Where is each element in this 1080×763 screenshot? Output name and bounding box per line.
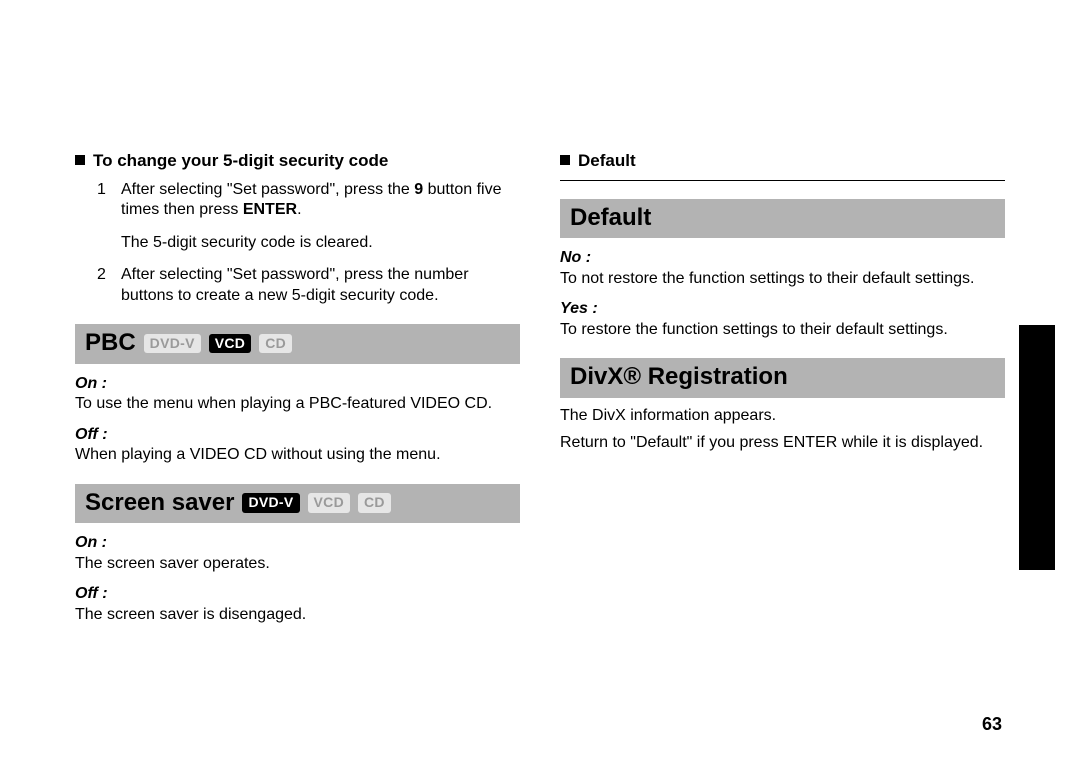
- badge-dvdv: DVD-V: [242, 493, 299, 513]
- divx-title: DivX® Registration: [570, 362, 788, 393]
- step-num: 2: [97, 265, 106, 285]
- saver-on-text: The screen saver operates.: [75, 554, 520, 574]
- default-no-label: No :: [560, 248, 1005, 268]
- pbc-on-label: On :: [75, 374, 520, 394]
- default-heading: Default: [560, 150, 1005, 172]
- saver-off-text: The screen saver is disengaged.: [75, 605, 520, 625]
- default-section-bar: Default: [560, 199, 1005, 239]
- step-text: After selecting "Set password", press th…: [121, 266, 469, 303]
- divx-section-bar: DivX® Registration: [560, 358, 1005, 398]
- pbc-section-bar: PBC DVD-V VCD CD: [75, 324, 520, 364]
- section-side-label: Function Settings: [1020, 418, 1034, 524]
- divx-text-2: Return to "Default" if you press ENTER w…: [560, 433, 1005, 453]
- pbc-title: PBC: [85, 328, 136, 359]
- step-after: The 5-digit security code is cleared.: [121, 233, 520, 253]
- default-title: Default: [570, 203, 651, 234]
- pbc-off-label: Off :: [75, 425, 520, 445]
- default-yes-text: To restore the function settings to thei…: [560, 320, 1005, 340]
- pbc-on-text: To use the menu when playing a PBC-featu…: [75, 394, 520, 414]
- saver-on-label: On :: [75, 533, 520, 553]
- default-no-text: To not restore the function settings to …: [560, 269, 1005, 289]
- pbc-off-text: When playing a VIDEO CD without using th…: [75, 445, 520, 465]
- step-text: After selecting "Set password", press th…: [121, 181, 501, 218]
- page-content: To change your 5-digit security code 1 A…: [0, 0, 1080, 671]
- left-column: To change your 5-digit security code 1 A…: [75, 150, 520, 631]
- badge-vcd: VCD: [308, 493, 350, 513]
- saver-off-label: Off :: [75, 584, 520, 604]
- change-code-heading: To change your 5-digit security code: [75, 150, 520, 172]
- step-1: 1 After selecting "Set password", press …: [97, 180, 520, 253]
- default-yes-label: Yes :: [560, 299, 1005, 319]
- right-column: Default Default No : To not restore the …: [560, 150, 1005, 631]
- step-num: 1: [97, 180, 106, 200]
- step-2: 2 After selecting "Set password", press …: [97, 265, 520, 306]
- badge-cd: CD: [259, 334, 292, 354]
- page-number: 63: [982, 714, 1002, 735]
- saver-title: Screen saver: [85, 488, 234, 519]
- divx-text-1: The DivX information appears.: [560, 406, 1005, 426]
- divider: [560, 180, 1005, 181]
- badge-dvdv: DVD-V: [144, 334, 201, 354]
- badge-vcd: VCD: [209, 334, 251, 354]
- change-code-steps: 1 After selecting "Set password", press …: [75, 180, 520, 306]
- saver-section-bar: Screen saver DVD-V VCD CD: [75, 484, 520, 524]
- badge-cd: CD: [358, 493, 391, 513]
